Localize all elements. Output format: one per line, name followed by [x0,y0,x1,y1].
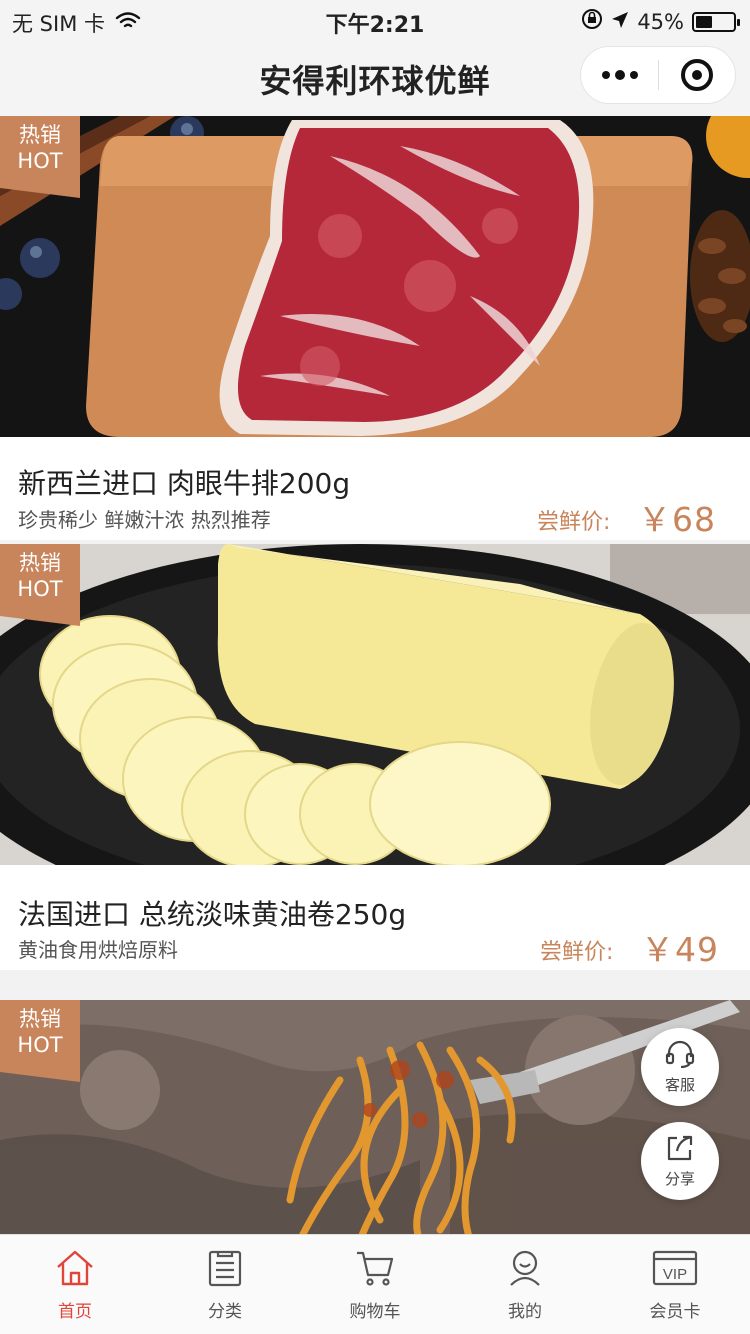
hot-badge: 热销 HOT [0,1000,80,1082]
tab-label: 我的 [508,1302,542,1322]
hot-badge-sub: HOT [17,149,63,173]
tab-label: 购物车 [349,1302,401,1322]
share-button[interactable]: 分享 [641,1122,719,1200]
product-card[interactable]: 热销 HOT 新西兰进口 肉眼牛排200g 珍贵稀少 鲜嫩汁浓 热烈推荐 尝鲜价… [0,116,750,540]
more-menu-button[interactable] [581,47,658,103]
target-icon [680,59,713,91]
product-feed[interactable]: 热销 HOT 新西兰进口 肉眼牛排200g 珍贵稀少 鲜嫩汁浓 热烈推荐 尝鲜价… [0,116,750,1234]
product-name[interactable]: 法国进口 总统淡味黄油卷250g [18,893,406,933]
tab-vip-card[interactable]: VIP 会员卡 [600,1235,750,1334]
more-dots-icon [601,71,610,79]
battery-percent: 45% [637,9,684,34]
customer-service-label: 客服 [664,1075,695,1094]
product-desc: 珍贵稀少 鲜嫩汁浓 热烈推荐 [18,508,271,532]
product-desc: 黄油食用烘焙原料 [18,938,178,962]
tab-category[interactable]: 分类 [150,1235,300,1334]
category-icon [205,1249,245,1291]
product-image-pasta[interactable]: 热销 HOT [0,1000,750,1234]
price-label: 尝鲜价: [540,940,614,965]
tab-label: 分类 [208,1302,242,1322]
customer-service-button[interactable]: 客服 [641,1028,719,1106]
bottom-tab-bar: 首页 分类 购物车 我的 VIP 会员卡 [0,1234,750,1334]
hot-badge: 热销 HOT [0,544,80,626]
product-card[interactable]: 热销 HOT 法国进口 总统淡味黄油卷250g 黄油食用烘焙原料 尝鲜价: ￥4… [0,544,750,970]
hot-badge-label: 热销 [19,123,61,147]
product-price: ￥68 [638,500,716,539]
product-image-butter[interactable]: 热销 HOT [0,544,750,865]
vip-card-icon: VIP [652,1249,698,1291]
battery-fill [696,15,713,28]
orientation-lock-icon [581,8,603,35]
location-arrow-icon [611,10,629,34]
hot-badge-label: 热销 [19,1007,61,1031]
product-price: ￥49 [641,930,719,969]
hot-badge-label: 热销 [19,551,61,575]
close-miniprogram-button[interactable] [659,47,735,103]
tab-profile[interactable]: 我的 [450,1235,600,1334]
more-dots-icon [614,70,625,80]
nav-bar: 安得利环球优鲜 [0,40,750,116]
product-name[interactable]: 新西兰进口 肉眼牛排200g [18,462,350,502]
status-right: 45% [581,8,740,35]
profile-icon [505,1249,545,1291]
product-card[interactable]: 热销 HOT [0,1000,750,1234]
hot-badge-sub: HOT [17,577,63,601]
hot-badge: 热销 HOT [0,116,80,198]
headset-icon [664,1040,696,1072]
product-image-steak[interactable]: 热销 HOT [0,116,750,437]
tab-home[interactable]: 首页 [0,1235,150,1334]
tab-cart[interactable]: 购物车 [300,1235,450,1334]
price-label: 尝鲜价: [537,510,611,535]
home-icon [55,1249,95,1291]
share-icon [665,1134,695,1166]
status-bar: 无 SIM 卡 下午2:21 45% [0,0,750,40]
battery-icon [692,11,740,32]
tab-label: 会员卡 [649,1302,701,1322]
svg-text:VIP: VIP [663,1266,687,1283]
hot-badge-sub: HOT [17,1033,63,1057]
tab-label: 首页 [58,1302,92,1322]
share-label: 分享 [664,1169,695,1188]
cart-icon [355,1249,395,1291]
more-dots-icon [629,71,638,79]
miniprogram-capsule [580,46,736,104]
